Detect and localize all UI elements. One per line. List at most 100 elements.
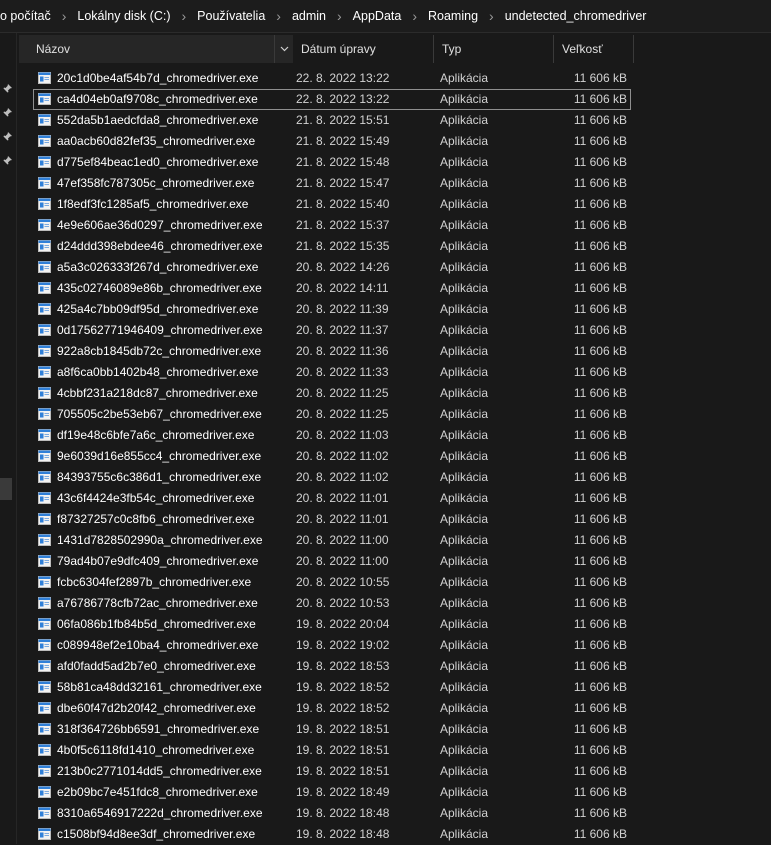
- file-row[interactable]: c089948ef2e10ba4_chromedriver.exe 19. 8. …: [33, 635, 771, 656]
- exe-window-icon: [38, 555, 51, 567]
- breadcrumb-item-users[interactable]: Používatelia: [195, 9, 267, 23]
- exe-window-icon: [38, 744, 51, 756]
- file-type: Aplikácia: [440, 533, 489, 547]
- file-row[interactable]: aa0acb60d82fef35_chromedriver.exe 21. 8. …: [33, 131, 771, 152]
- file-size: 11 606 kB: [573, 491, 627, 505]
- file-name: d775ef84beac1ed0_chromedriver.exe: [57, 155, 259, 169]
- file-date: 21. 8. 2022 15:40: [296, 197, 390, 211]
- file-size: 11 606 kB: [573, 764, 627, 778]
- file-row[interactable]: d775ef84beac1ed0_chromedriver.exe 21. 8. …: [33, 152, 771, 173]
- file-size: 11 606 kB: [573, 239, 627, 253]
- breadcrumb-item-admin[interactable]: admin: [290, 9, 328, 23]
- file-row[interactable]: 4cbbf231a218dc87_chromedriver.exe 20. 8. …: [33, 383, 771, 404]
- file-type: Aplikácia: [440, 239, 489, 253]
- file-row[interactable]: 8310a6546917222d_chromedriver.exe 19. 8. …: [33, 803, 771, 824]
- file-row[interactable]: 552da5b1aedcfda8_chromedriver.exe 21. 8. …: [33, 110, 771, 131]
- exe-window-icon: [38, 597, 51, 609]
- file-type: Aplikácia: [440, 743, 489, 757]
- file-row[interactable]: 47ef358fc787305c_chromedriver.exe 21. 8. …: [33, 173, 771, 194]
- pin-icon[interactable]: [2, 131, 13, 142]
- exe-window-icon: [38, 471, 51, 483]
- file-row[interactable]: 84393755c6c386d1_chromedriver.exe 20. 8. …: [33, 467, 771, 488]
- pin-icon[interactable]: [2, 107, 13, 118]
- file-name: d24ddd398ebdee46_chromedriver.exe: [57, 239, 263, 253]
- navigation-pane[interactable]: [0, 33, 17, 844]
- exe-window-icon: [38, 324, 51, 336]
- file-row[interactable]: 06fa086b1fb84b5d_chromedriver.exe 19. 8. …: [33, 614, 771, 635]
- file-row[interactable]: a8f6ca0bb1402b48_chromedriver.exe 20. 8. …: [33, 362, 771, 383]
- breadcrumb-separator-icon[interactable]: ›: [328, 9, 351, 23]
- file-row[interactable]: 922a8cb1845db72c_chromedriver.exe 20. 8. …: [33, 341, 771, 362]
- file-row[interactable]: df19e48c6bfe7a6c_chromedriver.exe 20. 8. …: [33, 425, 771, 446]
- file-row[interactable]: 425a4c7bb09df95d_chromedriver.exe 20. 8. …: [33, 299, 771, 320]
- file-row[interactable]: afd0fadd5ad2b7e0_chromedriver.exe 19. 8. …: [33, 656, 771, 677]
- file-date: 19. 8. 2022 18:52: [296, 680, 390, 694]
- breadcrumb-separator-icon[interactable]: ›: [173, 9, 196, 23]
- file-row[interactable]: fcbc6304fef2897b_chromedriver.exe 20. 8. …: [33, 572, 771, 593]
- breadcrumb-separator-icon[interactable]: ›: [267, 9, 290, 23]
- file-date: 19. 8. 2022 18:49: [296, 785, 390, 799]
- file-row[interactable]: 4b0f5c6118fd1410_chromedriver.exe 19. 8. …: [33, 740, 771, 761]
- file-date: 20. 8. 2022 11:00: [296, 554, 389, 568]
- exe-window-icon: [38, 345, 51, 357]
- file-date: 20. 8. 2022 11:00: [296, 533, 389, 547]
- file-type: Aplikácia: [440, 92, 489, 106]
- file-date: 21. 8. 2022 15:51: [296, 113, 390, 127]
- file-type: Aplikácia: [440, 176, 489, 190]
- file-row[interactable]: 213b0c2771014dd5_chromedriver.exe 19. 8. …: [33, 761, 771, 782]
- column-header-size[interactable]: Veľkosť: [554, 35, 634, 63]
- file-row[interactable]: a76786778cfb72ac_chromedriver.exe 20. 8. …: [33, 593, 771, 614]
- file-row[interactable]: 20c1d0be4af54b7d_chromedriver.exe 22. 8. …: [33, 68, 771, 89]
- column-header-type[interactable]: Typ: [434, 35, 554, 63]
- file-row[interactable]: c1508bf94d8ee3df_chromedriver.exe 19. 8. …: [33, 824, 771, 845]
- file-type: Aplikácia: [440, 407, 489, 421]
- file-row[interactable]: 1431d7828502990a_chromedriver.exe 20. 8. …: [33, 530, 771, 551]
- file-row[interactable]: 79ad4b07e9dfc409_chromedriver.exe 20. 8. …: [33, 551, 771, 572]
- column-sort-button[interactable]: [274, 35, 293, 63]
- file-row[interactable]: 58b81ca48dd32161_chromedriver.exe 19. 8. …: [33, 677, 771, 698]
- file-size: 11 606 kB: [573, 827, 627, 841]
- pin-icon[interactable]: [2, 155, 13, 166]
- file-size: 11 606 kB: [573, 365, 627, 379]
- file-row[interactable]: dbe60f47d2b20f42_chromedriver.exe 19. 8. …: [33, 698, 771, 719]
- file-name: 4e9e606ae36d0297_chromedriver.exe: [57, 218, 263, 232]
- exe-window-icon: [38, 387, 51, 399]
- nav-selected-item[interactable]: [0, 478, 12, 500]
- file-row[interactable]: f87327257c0c8fb6_chromedriver.exe 20. 8. …: [33, 509, 771, 530]
- file-date: 20. 8. 2022 11:37: [296, 323, 389, 337]
- pin-icon[interactable]: [2, 83, 13, 94]
- file-type: Aplikácia: [440, 260, 489, 274]
- file-row[interactable]: e2b09bc7e451fdc8_chromedriver.exe 19. 8. …: [33, 782, 771, 803]
- file-date: 20. 8. 2022 14:11: [296, 281, 389, 295]
- file-date: 20. 8. 2022 11:02: [296, 449, 389, 463]
- breadcrumb-item-this-pc[interactable]: o počítač: [0, 9, 53, 23]
- file-row[interactable]: 435c02746089e86b_chromedriver.exe 20. 8. …: [33, 278, 771, 299]
- file-row[interactable]: 43c6f4424e3fb54c_chromedriver.exe 20. 8. …: [33, 488, 771, 509]
- column-header-name[interactable]: Názov: [19, 35, 292, 63]
- file-row[interactable]: a5a3c026333f267d_chromedriver.exe 20. 8. …: [33, 257, 771, 278]
- file-size: 11 606 kB: [573, 71, 627, 85]
- breadcrumb-item-roaming[interactable]: Roaming: [426, 9, 480, 23]
- file-name: 213b0c2771014dd5_chromedriver.exe: [57, 764, 262, 778]
- file-type: Aplikácia: [440, 806, 489, 820]
- file-type: Aplikácia: [440, 449, 489, 463]
- column-header-date[interactable]: Dátum úpravy: [293, 35, 434, 63]
- file-row[interactable]: 318f364726bb6591_chromedriver.exe 19. 8. …: [33, 719, 771, 740]
- breadcrumb-item-current-folder[interactable]: undetected_chromedriver: [503, 9, 649, 23]
- file-name: 84393755c6c386d1_chromedriver.exe: [57, 470, 262, 484]
- file-row[interactable]: ca4d04eb0af9708c_chromedriver.exe 22. 8. …: [33, 89, 631, 110]
- breadcrumb-separator-icon[interactable]: ›: [53, 9, 76, 23]
- file-row[interactable]: 1f8edf3fc1285af5_chromedriver.exe 21. 8. …: [33, 194, 771, 215]
- breadcrumb-separator-icon[interactable]: ›: [403, 9, 426, 23]
- breadcrumb-item-local-disk[interactable]: Lokálny disk (C:): [75, 9, 172, 23]
- file-row[interactable]: 9e6039d16e855cc4_chromedriver.exe 20. 8. …: [33, 446, 771, 467]
- chevron-down-icon: [280, 46, 288, 52]
- breadcrumb-separator-icon[interactable]: ›: [480, 9, 503, 23]
- breadcrumb-item-appdata[interactable]: AppData: [351, 9, 404, 23]
- file-type: Aplikácia: [440, 701, 489, 715]
- file-row[interactable]: 0d17562771946409_chromedriver.exe 20. 8. …: [33, 320, 771, 341]
- file-row[interactable]: 705505c2be53eb67_chromedriver.exe 20. 8. …: [33, 404, 771, 425]
- exe-window-icon: [38, 723, 51, 735]
- file-row[interactable]: d24ddd398ebdee46_chromedriver.exe 21. 8. …: [33, 236, 771, 257]
- file-row[interactable]: 4e9e606ae36d0297_chromedriver.exe 21. 8. …: [33, 215, 771, 236]
